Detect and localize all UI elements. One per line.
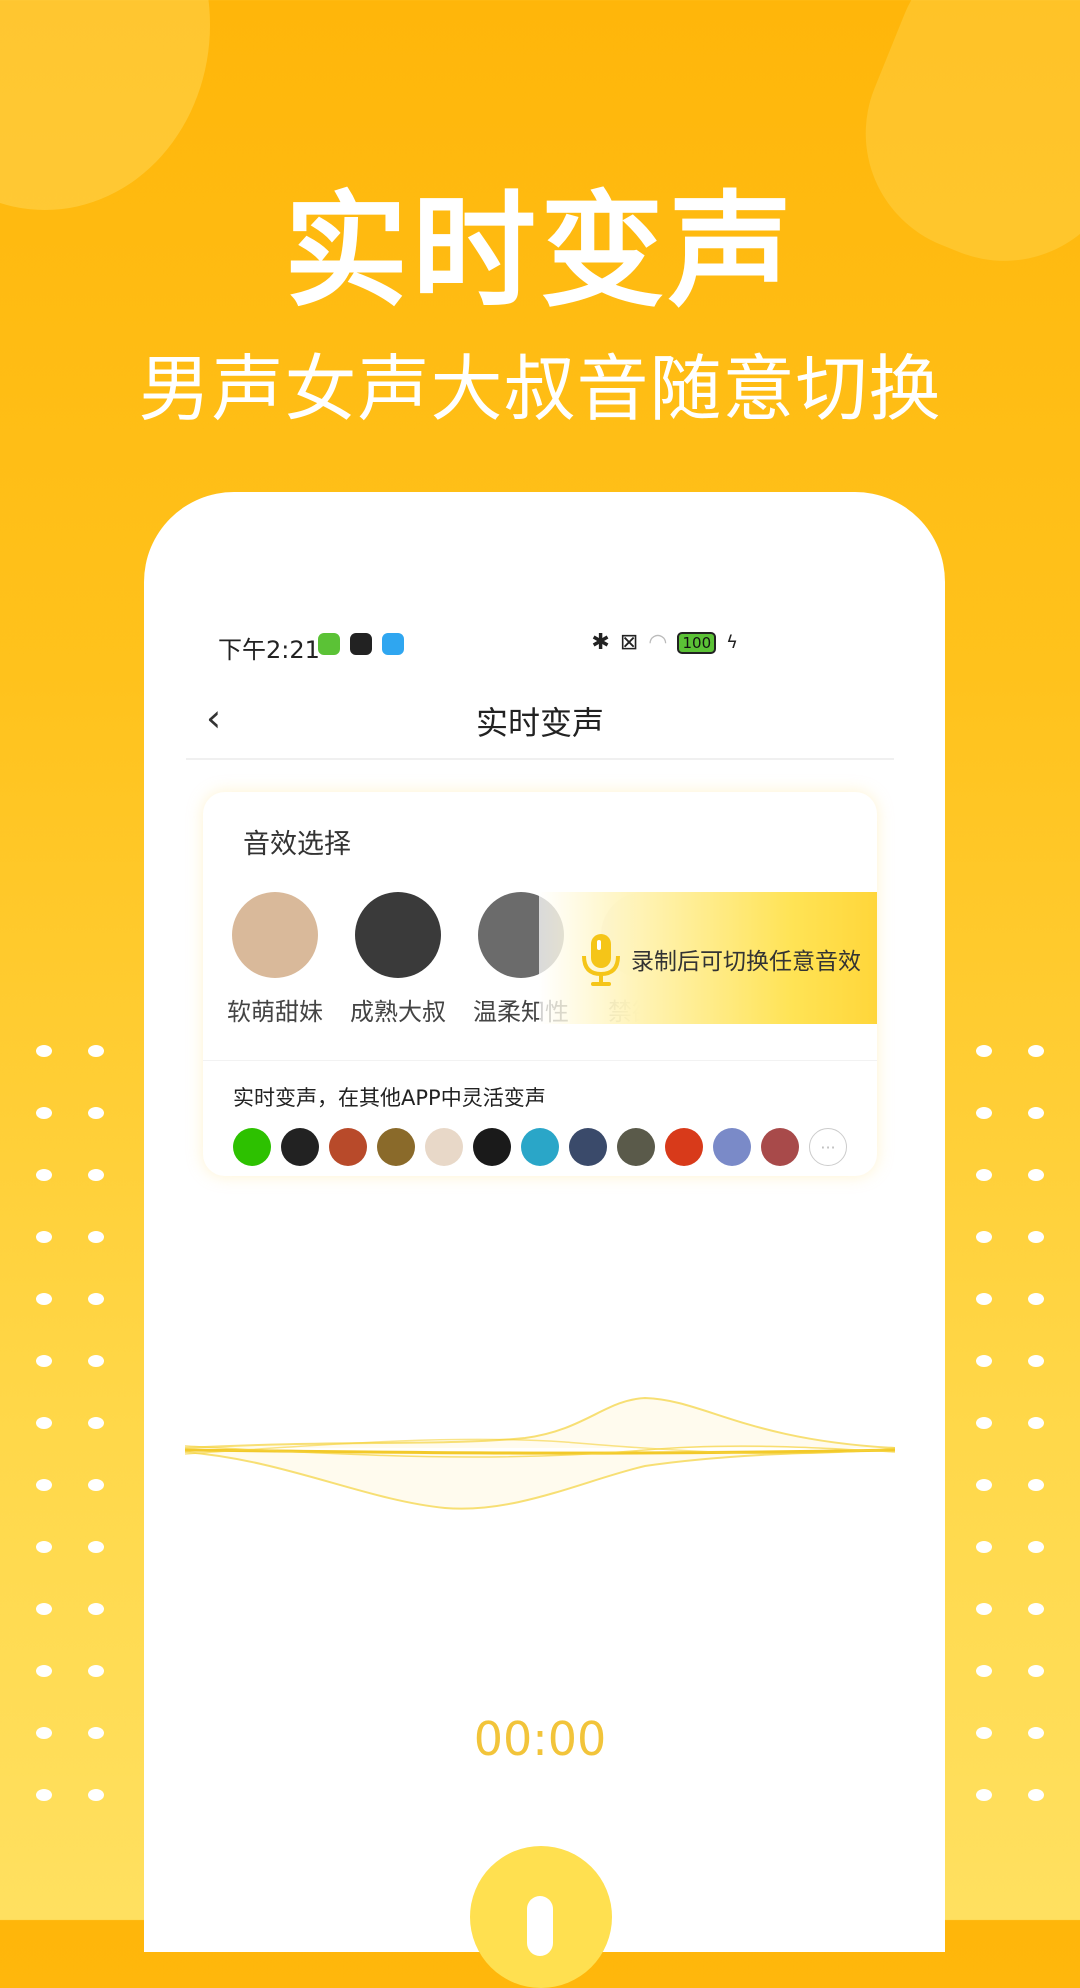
decor-dot	[1028, 1665, 1044, 1677]
decor-dot	[976, 1355, 992, 1367]
decor-dot	[36, 1417, 52, 1429]
decor-dot	[36, 1355, 52, 1367]
decor-dot	[88, 1603, 104, 1615]
decor-dot	[1028, 1169, 1044, 1181]
no-sim-icon: ⊠	[619, 630, 639, 655]
decor-dot	[88, 1417, 104, 1429]
decor-dot	[976, 1603, 992, 1615]
decor-dot	[976, 1293, 992, 1305]
apps-label: 实时变声，在其他APP中灵活变声	[233, 1086, 546, 1110]
page-title: 实时变声	[475, 704, 604, 742]
decor-dot	[976, 1231, 992, 1243]
status-bar: 下午2:21 ✱ ⊠ ◠ 100 ϟ	[218, 630, 738, 664]
decor-dot	[88, 1541, 104, 1553]
decor-dot	[88, 1231, 104, 1243]
hero-title: 实时变声	[283, 180, 796, 324]
app-icon-genshin[interactable]	[425, 1128, 463, 1166]
decor-dot	[88, 1169, 104, 1181]
decor-dot	[976, 1107, 992, 1119]
decor-dot	[36, 1603, 52, 1615]
app-icon-pubg[interactable]	[377, 1128, 415, 1166]
app-icon-game-11[interactable]	[713, 1128, 751, 1166]
nav-bar: ‹ 实时变声	[186, 688, 894, 758]
record-hint-banner: 录制后可切换任意音效	[539, 892, 877, 1024]
effects-title: 音效选择	[243, 829, 351, 860]
voice-avatar	[355, 892, 441, 978]
more-apps-button[interactable]: ···	[809, 1128, 847, 1166]
decor-dot	[36, 1479, 52, 1491]
nav-divider	[186, 758, 894, 760]
voice-label: 成熟大叔	[350, 998, 446, 1026]
voice-label: 软萌甜妹	[227, 998, 323, 1026]
decor-dot	[36, 1169, 52, 1181]
decor-dot	[36, 1665, 52, 1677]
app-dark-icon	[350, 633, 372, 655]
decor-dot	[976, 1479, 992, 1491]
sound-wave	[185, 1396, 895, 1510]
decor-dot	[1028, 1417, 1044, 1429]
decor-dot	[1028, 1045, 1044, 1057]
decor-dot	[976, 1665, 992, 1677]
decor-dot	[1028, 1603, 1044, 1615]
app-icon-qq[interactable]	[281, 1128, 319, 1166]
voice-option[interactable]: 软萌甜妹	[225, 892, 325, 1027]
app-green-icon	[318, 633, 340, 655]
decor-dot	[88, 1045, 104, 1057]
decor-dot	[36, 1231, 52, 1243]
decor-dot	[1028, 1293, 1044, 1305]
record-hint-text: 录制后可切换任意音效	[631, 949, 861, 975]
voice-avatar	[232, 892, 318, 978]
app-icon-game-9[interactable]	[617, 1128, 655, 1166]
hero-subtitle: 男声女声大叔音随意切换	[138, 347, 942, 431]
microphone-icon	[582, 934, 620, 986]
wifi-icon: ◠	[648, 630, 668, 655]
decor-dot	[36, 1045, 52, 1057]
decor-dot	[36, 1789, 52, 1801]
decor-dot	[88, 1789, 104, 1801]
status-time: 下午2:21	[218, 636, 320, 664]
decor-dot	[1028, 1541, 1044, 1553]
app-icon-game-12[interactable]	[761, 1128, 799, 1166]
app-icon-soul[interactable]	[473, 1128, 511, 1166]
battery-icon: 100	[677, 631, 717, 654]
decor-dot	[1028, 1479, 1044, 1491]
decor-dot	[88, 1107, 104, 1119]
bluetooth-icon: ✱	[591, 630, 610, 655]
app-icon-game-7[interactable]	[521, 1128, 559, 1166]
decor-dot	[1028, 1789, 1044, 1801]
decor-dot	[1028, 1107, 1044, 1119]
decor-dot	[36, 1293, 52, 1305]
microphone-icon	[527, 1896, 553, 1956]
apps-row: ···	[233, 1128, 847, 1166]
app-icon-game-8[interactable]	[569, 1128, 607, 1166]
decor-dot	[88, 1479, 104, 1491]
decor-dot	[976, 1789, 992, 1801]
decor-dot	[1028, 1231, 1044, 1243]
card-divider	[203, 1060, 877, 1061]
decor-dot	[88, 1665, 104, 1677]
decor-dot	[976, 1417, 992, 1429]
app-icon-honor-of-kings[interactable]	[329, 1128, 367, 1166]
app-icon-game-10[interactable]	[665, 1128, 703, 1166]
decor-dot	[976, 1541, 992, 1553]
record-timer: 00:00	[473, 1712, 607, 1766]
effects-card: 音效选择 软萌甜妹成熟大叔温柔知性禁欲系 录制后可切换任意音效 实时变声，在其他…	[203, 792, 877, 1176]
decor-dot	[36, 1541, 52, 1553]
decor-dot	[1028, 1355, 1044, 1367]
app-icon-wechat[interactable]	[233, 1128, 271, 1166]
decor-dot	[88, 1355, 104, 1367]
decor-dot	[88, 1293, 104, 1305]
record-button[interactable]	[470, 1846, 612, 1988]
decor-dot	[36, 1107, 52, 1119]
charging-icon: ϟ	[726, 632, 738, 653]
decor-dot	[976, 1045, 992, 1057]
decor-dot	[976, 1169, 992, 1181]
voice-option[interactable]: 成熟大叔	[348, 892, 448, 1027]
app-blue-icon	[382, 633, 404, 655]
